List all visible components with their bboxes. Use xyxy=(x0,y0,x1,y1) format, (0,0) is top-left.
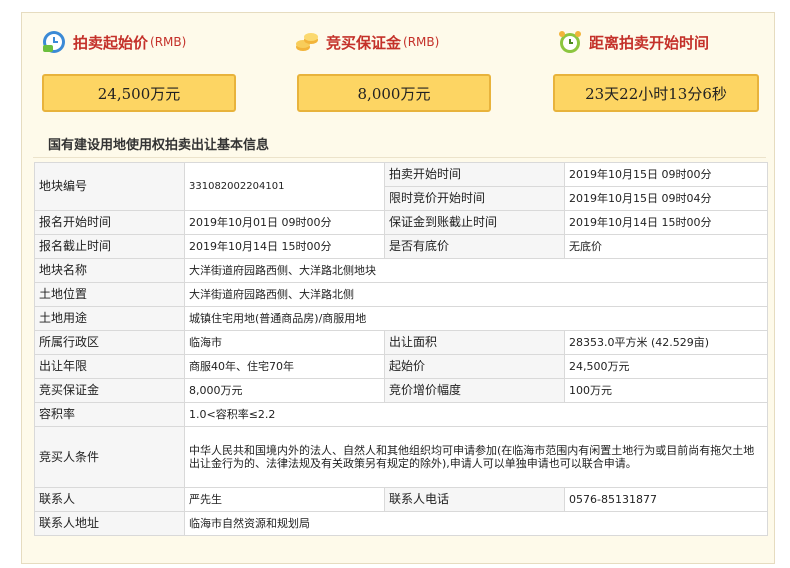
table-row: 联系人地址 临海市自然资源和规划局 xyxy=(34,511,768,536)
deposit-value: 8,000万元 xyxy=(357,84,431,103)
start-price-value: 24,500万元 xyxy=(564,354,768,379)
table-row: 土地位置 大洋街道府园路西侧、大洋路北侧 xyxy=(34,282,768,307)
signup-end-label: 报名截止时间 xyxy=(34,234,185,259)
reserve-label: 是否有底价 xyxy=(384,234,565,259)
deposit-value-cell: 8,000万元 xyxy=(184,378,385,403)
table-row: 土地用途 城镇住宅用地(普通商品房)/商服用地 xyxy=(34,306,768,331)
location-value: 大洋街道府园路西侧、大洋路北侧 xyxy=(184,282,768,307)
reserve-value: 无底价 xyxy=(564,234,768,259)
table-row: 出让年限 商服40年、住宅70年 起始价 24,500万元 xyxy=(34,354,768,379)
area-label: 出让面积 xyxy=(384,330,565,355)
deposit-deadline-value: 2019年10月14日 15时00分 xyxy=(564,210,768,235)
deposit-deadline-label: 保证金到账截止时间 xyxy=(384,210,565,235)
location-label: 土地位置 xyxy=(34,282,185,307)
phone-value: 0576-85131877 xyxy=(564,487,768,512)
name-value: 大洋街道府园路西侧、大洋路北侧地块 xyxy=(184,258,768,283)
increment-value: 100万元 xyxy=(564,378,768,403)
increment-label: 竞价增价幅度 xyxy=(384,378,565,403)
term-label: 出让年限 xyxy=(34,354,185,379)
conditions-value: 中华人民共和国境内外的法人、自然人和其他组织均可申请参加(在临海市范围内有闲置土… xyxy=(184,426,768,488)
contact-value: 严先生 xyxy=(184,487,385,512)
table-row: 报名截止时间 2019年10月14日 15时00分 是否有底价 无底价 xyxy=(34,234,768,259)
district-label: 所属行政区 xyxy=(34,330,185,355)
countdown-box: 23天22小时13分6秒 xyxy=(553,74,759,112)
section-title: 国有建设用地使用权拍卖出让基本信息 xyxy=(48,138,270,153)
table-row: 地块编号 331082002204101 拍卖开始时间 2019年10月15日 … xyxy=(34,162,768,211)
starting-price-unit: (RMB) xyxy=(150,35,187,49)
start-price-label: 起始价 xyxy=(384,354,565,379)
starting-price-header: 拍卖起始价 (RMB) xyxy=(41,27,186,57)
district-value: 临海市 xyxy=(184,330,385,355)
deposit-header: 竞买保证金 (RMB) xyxy=(294,27,439,57)
alarm-clock-icon xyxy=(557,29,583,55)
table-row: 竞买保证金 8,000万元 竞价增价幅度 100万元 xyxy=(34,378,768,403)
signup-start-label: 报名开始时间 xyxy=(34,210,185,235)
table-row: 竞买人条件 中华人民共和国境内外的法人、自然人和其他组织均可申请参加(在临海市范… xyxy=(34,426,768,488)
table-row: 地块名称 大洋街道府园路西侧、大洋路北侧地块 xyxy=(34,258,768,283)
deposit-title: 竞买保证金 xyxy=(326,33,402,52)
conditions-label: 竞买人条件 xyxy=(34,426,185,488)
parcel-no-label: 地块编号 xyxy=(34,162,185,211)
countdown-title: 距离拍卖开始时间 xyxy=(589,33,710,52)
far-label: 容积率 xyxy=(34,402,185,427)
table-row: 容积率 1.0<容积率≤2.2 xyxy=(34,402,768,427)
signup-start-value: 2019年10月01日 09时00分 xyxy=(184,210,385,235)
starting-price-value: 24,500万元 xyxy=(97,84,181,103)
name-label: 地块名称 xyxy=(34,258,185,283)
use-label: 土地用途 xyxy=(34,306,185,331)
auction-start-label: 拍卖开始时间 xyxy=(384,162,565,187)
table-row: 报名开始时间 2019年10月01日 09时00分 保证金到账截止时间 2019… xyxy=(34,210,768,235)
coins-icon xyxy=(294,29,320,55)
signup-end-value: 2019年10月14日 15时00分 xyxy=(184,234,385,259)
term-value: 商服40年、住宅70年 xyxy=(184,354,385,379)
countdown-value: 23天22小时13分6秒 xyxy=(585,84,727,103)
divider xyxy=(33,157,766,158)
countdown-header: 距离拍卖开始时间 xyxy=(557,27,709,57)
use-value: 城镇住宅用地(普通商品房)/商服用地 xyxy=(184,306,768,331)
deposit-box: 8,000万元 xyxy=(297,74,491,112)
contact-label: 联系人 xyxy=(34,487,185,512)
address-value: 临海市自然资源和规划局 xyxy=(184,511,768,536)
address-label: 联系人地址 xyxy=(34,511,185,536)
starting-price-box: 24,500万元 xyxy=(42,74,236,112)
bid-start-label: 限时竞价开始时间 xyxy=(384,186,565,211)
deposit-label: 竞买保证金 xyxy=(34,378,185,403)
deposit-unit: (RMB) xyxy=(403,35,440,49)
money-clock-icon xyxy=(41,29,67,55)
area-value: 28353.0平方米 (42.529亩) xyxy=(564,330,768,355)
info-table: 地块编号 331082002204101 拍卖开始时间 2019年10月15日 … xyxy=(34,162,768,536)
auction-start-value: 2019年10月15日 09时00分 xyxy=(564,162,768,187)
table-row: 联系人 严先生 联系人电话 0576-85131877 xyxy=(34,487,768,512)
parcel-no-value: 331082002204101 xyxy=(184,162,385,211)
table-row: 所属行政区 临海市 出让面积 28353.0平方米 (42.529亩) xyxy=(34,330,768,355)
bid-start-value: 2019年10月15日 09时04分 xyxy=(564,186,768,211)
far-value: 1.0<容积率≤2.2 xyxy=(184,402,768,427)
starting-price-title: 拍卖起始价 xyxy=(73,33,149,52)
phone-label: 联系人电话 xyxy=(384,487,565,512)
